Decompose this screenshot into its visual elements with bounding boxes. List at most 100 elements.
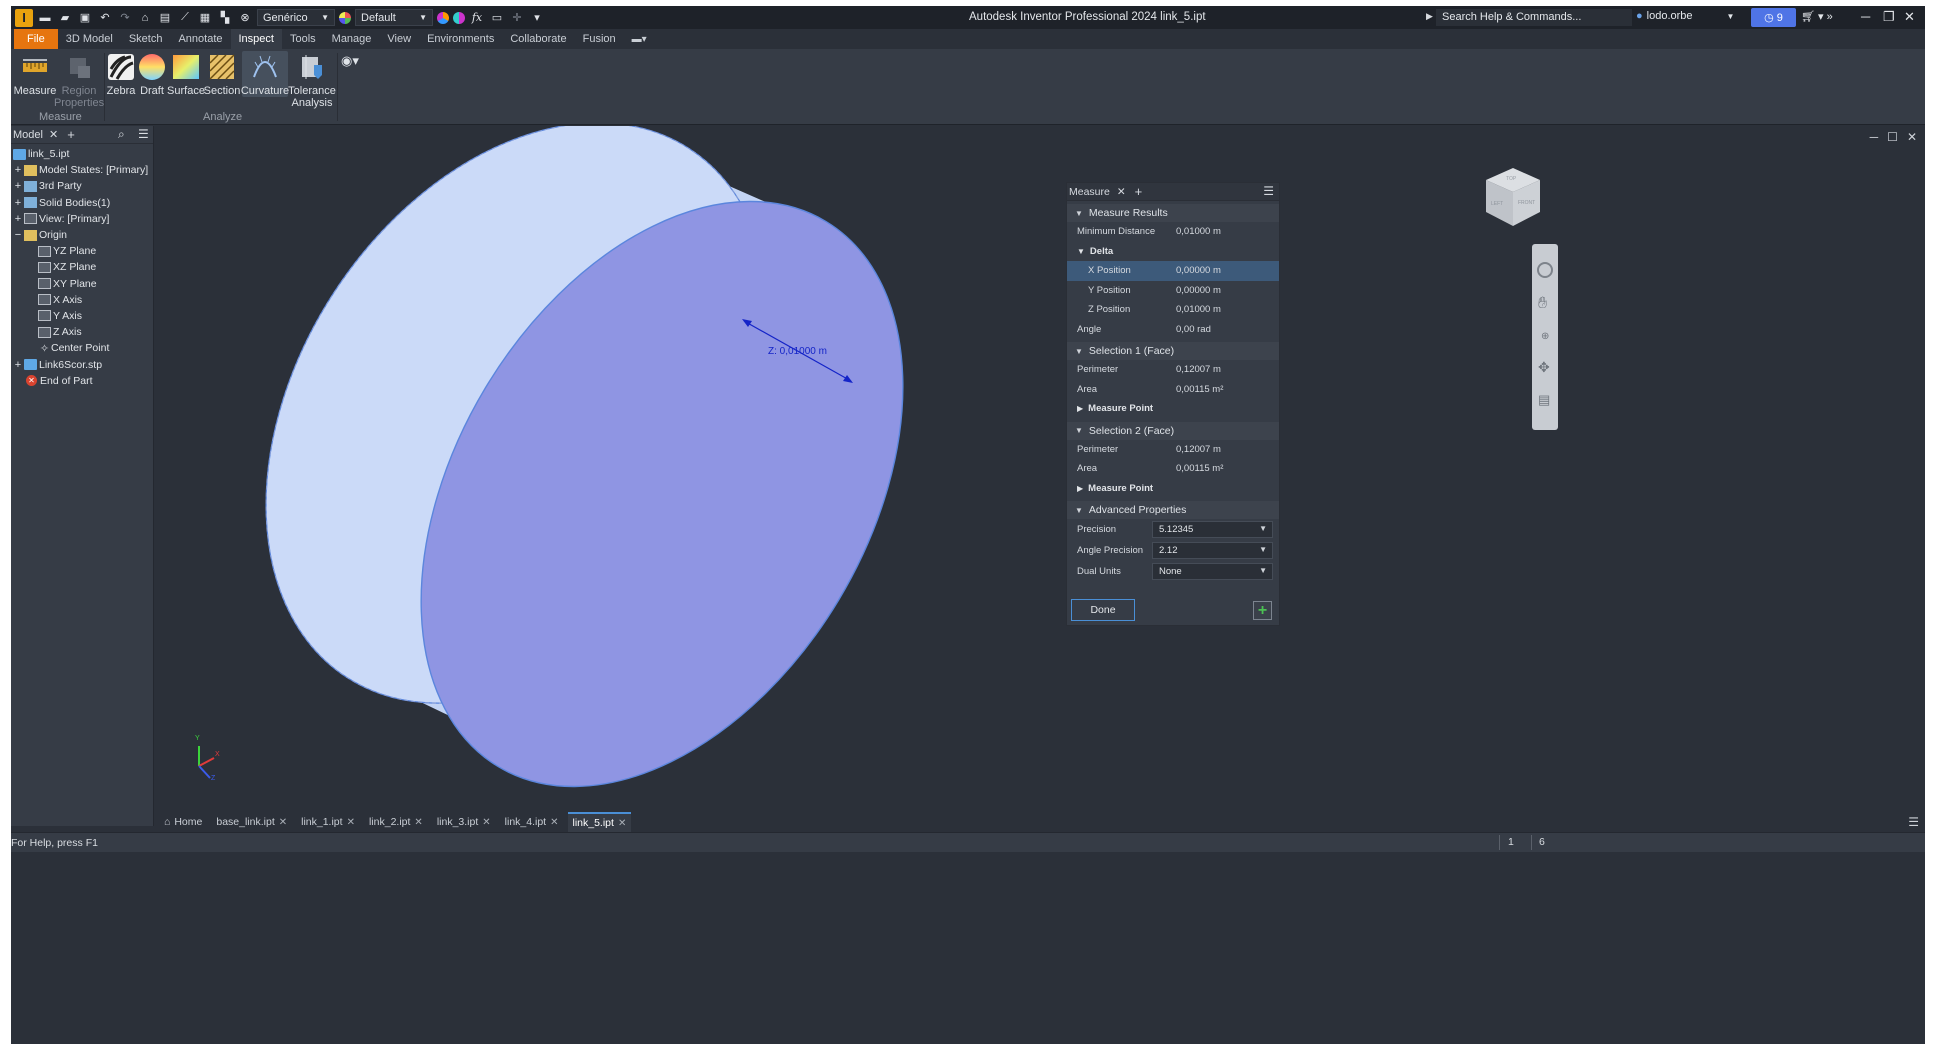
add-tab-icon[interactable]: +: [67, 127, 75, 142]
pan-icon[interactable]: ✋︎: [1538, 295, 1547, 313]
tree-item-yz-plane[interactable]: YZ Plane: [11, 243, 153, 259]
tree-item-xz-plane[interactable]: XZ Plane: [11, 259, 153, 275]
row-z-position[interactable]: Z Position 0,01000 m: [1067, 300, 1279, 320]
section-selection-1[interactable]: ▼ Selection 1 (Face): [1067, 342, 1279, 360]
notification-button[interactable]: ◷ 9: [1751, 8, 1796, 27]
ipropertes-icon[interactable]: ▭: [489, 10, 505, 26]
doc-tab-active[interactable]: link_5.ipt ✕: [567, 812, 632, 832]
material-select[interactable]: Genérico ▼: [257, 9, 335, 26]
dual-units-select[interactable]: None ▼: [1152, 563, 1273, 580]
material-icon[interactable]: ⊗: [237, 10, 253, 26]
menu-icon[interactable]: ☰: [1263, 184, 1274, 198]
doc-tab[interactable]: link_4.ipt ✕: [500, 812, 564, 832]
doc-tab[interactable]: link_2.ipt ✕: [364, 812, 428, 832]
minimize-icon[interactable]: ─: [1861, 9, 1870, 24]
close-icon[interactable]: ✕: [482, 817, 490, 828]
section-measure-results[interactable]: ▼ Measure Results: [1067, 204, 1279, 222]
measure-button[interactable]: Measure: [14, 51, 56, 97]
undo-icon[interactable]: ↶: [97, 10, 113, 26]
curvature-button[interactable]: Curvature: [241, 51, 289, 97]
region-properties-button[interactable]: Region Properties: [54, 51, 104, 109]
precision-select[interactable]: 5.12345 ▼: [1152, 521, 1273, 538]
adjust-appearance-icon[interactable]: [437, 11, 449, 24]
tree-item-z-axis[interactable]: Z Axis: [11, 324, 153, 340]
select-icon[interactable]: ▦: [197, 10, 213, 26]
close-icon[interactable]: ✕: [618, 818, 626, 829]
close-icon[interactable]: ✕: [347, 817, 355, 828]
search-help-input[interactable]: Search Help & Commands...: [1436, 9, 1632, 26]
doc-tab[interactable]: base_link.ipt ✕: [211, 812, 292, 832]
close-icon[interactable]: ✕: [414, 817, 422, 828]
tab-annotate[interactable]: Annotate: [170, 29, 230, 49]
row-x-position[interactable]: X Position 0,00000 m: [1067, 261, 1279, 281]
zoom-icon[interactable]: ⊕: [1541, 331, 1549, 342]
tree-item-view[interactable]: + View: [Primary]: [11, 211, 153, 227]
tab-collaborate[interactable]: Collaborate: [502, 29, 574, 49]
home-icon[interactable]: ⌂: [137, 10, 153, 26]
tab-home[interactable]: ⌂ Home: [159, 812, 207, 832]
draft-button[interactable]: Draft: [138, 51, 166, 97]
tree-item-x-axis[interactable]: X Axis: [11, 292, 153, 308]
collapse-icon[interactable]: −: [13, 229, 23, 241]
crosshair-icon[interactable]: ✛: [509, 10, 525, 26]
user-account[interactable]: ● lodo.orbe ▼: [1636, 10, 1734, 22]
zebra-button[interactable]: Zebra: [107, 51, 135, 97]
update-icon[interactable]: ▤: [157, 10, 173, 26]
appearance-select[interactable]: Default ▼: [355, 9, 433, 26]
tab-3d-model[interactable]: 3D Model: [58, 29, 121, 49]
view-cube[interactable]: TOP LEFT FRONT: [1482, 164, 1544, 230]
section-selection-2[interactable]: ▼ Selection 2 (Face): [1067, 421, 1279, 440]
cart-icon[interactable]: 🛒︎ ▾ »: [1801, 10, 1833, 23]
save-icon[interactable]: ▣: [77, 10, 93, 26]
expand-icon[interactable]: +: [13, 164, 23, 176]
tree-item-center-point[interactable]: ✧ Center Point: [11, 340, 153, 356]
customize-icon[interactable]: ▾: [529, 10, 545, 26]
add-tab-icon[interactable]: +: [1135, 184, 1143, 199]
search-icon[interactable]: ⌕: [118, 127, 125, 142]
filter-icon[interactable]: ▚: [217, 10, 233, 26]
redo-icon[interactable]: ↷: [117, 10, 133, 26]
app-logo-icon[interactable]: I: [15, 8, 33, 27]
look-at-icon[interactable]: ▤: [1538, 392, 1550, 408]
surface-button[interactable]: Surface: [167, 51, 205, 97]
close-icon[interactable]: ✕: [1907, 130, 1917, 144]
measure-quick-icon[interactable]: ⟋: [177, 10, 193, 26]
tree-item-xy-plane[interactable]: XY Plane: [11, 276, 153, 292]
row-sel2-measure-point[interactable]: ▶ Measure Point: [1067, 479, 1279, 499]
tab-environments[interactable]: Environments: [419, 29, 502, 49]
clear-appearance-icon[interactable]: [453, 11, 465, 24]
close-icon[interactable]: ✕: [550, 817, 558, 828]
graphics-viewport[interactable]: Z: 0,01000 m Y X Z ─ ☐ ✕ TOP LEFT FRONT …: [154, 126, 1925, 812]
tree-item-y-axis[interactable]: Y Axis: [11, 308, 153, 324]
tab-fusion[interactable]: Fusion: [575, 29, 624, 49]
expand-icon[interactable]: +: [13, 180, 23, 192]
close-icon[interactable]: ✕: [1904, 9, 1915, 25]
ribbon-options-icon[interactable]: ◉▾: [341, 53, 359, 69]
menu-icon[interactable]: ☰: [138, 127, 149, 141]
close-icon[interactable]: ✕: [1117, 186, 1126, 198]
ribbon-display-toggle[interactable]: ▬▾: [624, 29, 655, 49]
close-icon[interactable]: ✕: [49, 128, 58, 141]
tab-tools[interactable]: Tools: [282, 29, 324, 49]
open-folder-icon[interactable]: ▰: [57, 10, 73, 26]
angle-precision-select[interactable]: 2.12 ▼: [1152, 542, 1273, 559]
tree-item-part[interactable]: link_5.ipt: [11, 146, 153, 162]
full-navigation-wheel-icon[interactable]: [1537, 262, 1553, 278]
maximize-icon[interactable]: ☐: [1887, 130, 1898, 144]
minimize-icon[interactable]: ─: [1870, 130, 1879, 144]
tree-item-3rd-party[interactable]: +3rd Party: [11, 178, 153, 194]
expand-icon[interactable]: +: [13, 197, 23, 209]
tolerance-analysis-button[interactable]: Tolerance Analysis: [288, 51, 336, 109]
done-button[interactable]: Done: [1071, 599, 1135, 621]
row-y-position[interactable]: Y Position 0,00000 m: [1067, 281, 1279, 301]
doc-tab[interactable]: link_3.ipt ✕: [432, 812, 496, 832]
close-icon[interactable]: ✕: [279, 817, 287, 828]
tab-inspect[interactable]: Inspect: [230, 29, 282, 49]
orbit-icon[interactable]: ✥: [1538, 359, 1550, 376]
tree-item-origin[interactable]: − Origin: [11, 227, 153, 243]
fx-parameters-icon[interactable]: fx: [469, 10, 485, 26]
tab-manage[interactable]: Manage: [324, 29, 380, 49]
tab-sketch[interactable]: Sketch: [121, 29, 171, 49]
section-advanced-properties[interactable]: ▼ Advanced Properties: [1067, 501, 1279, 519]
appearance-icon[interactable]: [339, 11, 351, 24]
